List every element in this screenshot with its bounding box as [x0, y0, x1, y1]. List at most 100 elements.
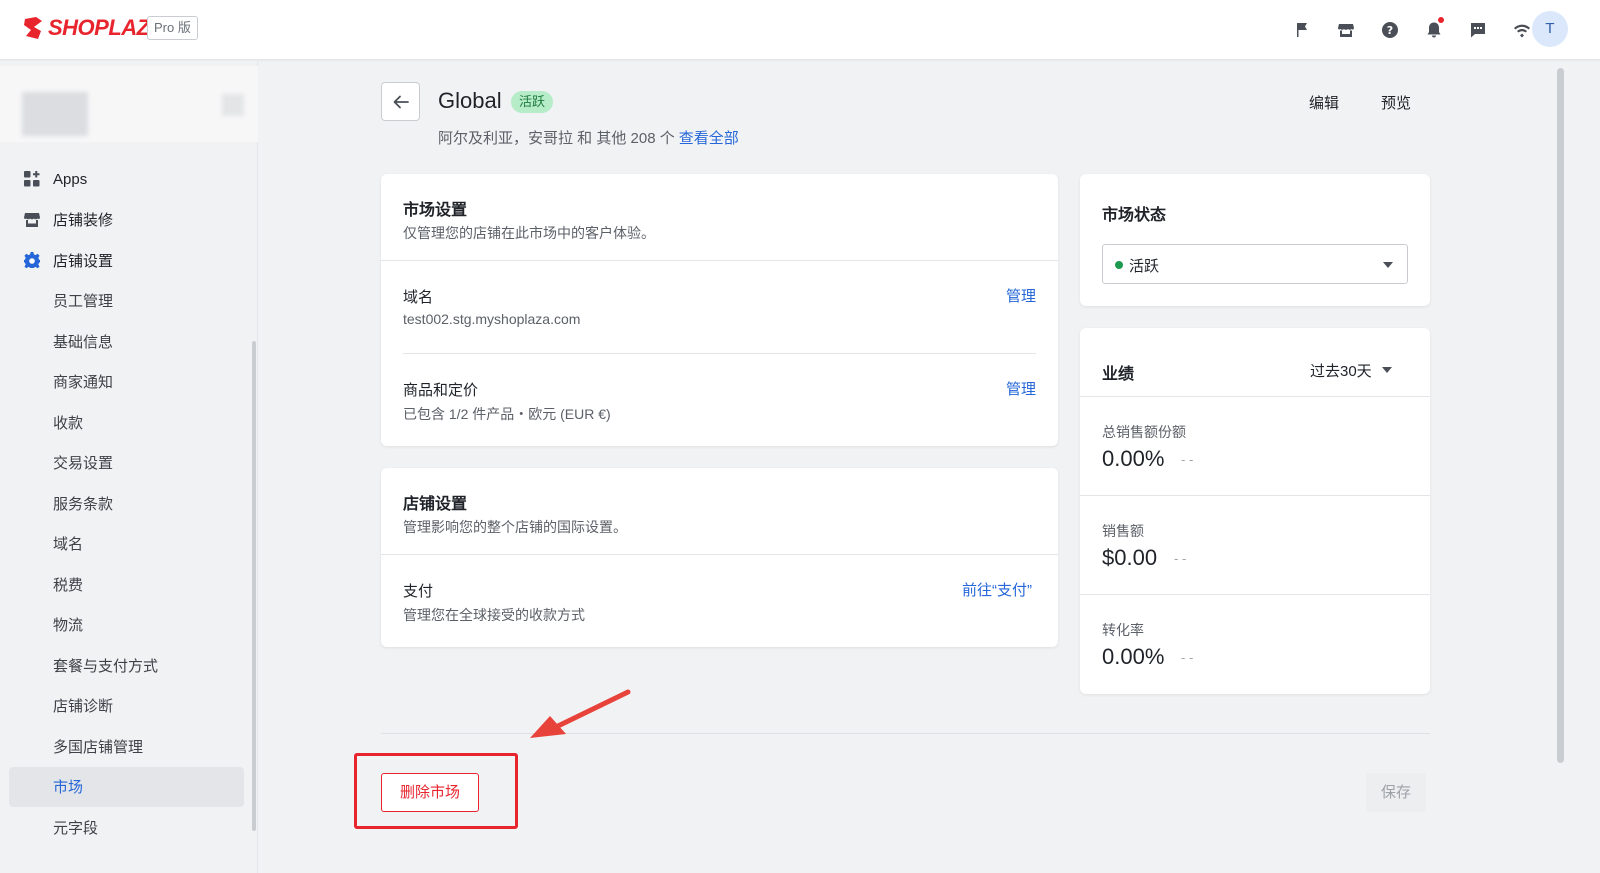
sidebar-item-label: 市场: [53, 779, 84, 797]
market-settings-card: 市场设置 仅管理您的店铺在此市场中的客户体验。 域名 test002.stg.m…: [381, 174, 1058, 446]
sidebar-item-label: 物流: [53, 617, 84, 635]
metric-label: 总销售额份额: [1102, 424, 1186, 440]
sidebar-item-markets[interactable]: 市场: [9, 766, 244, 807]
metric-value: $0.00: [1102, 545, 1158, 570]
manage-domain-link[interactable]: 管理: [1006, 285, 1036, 306]
metric-trend: - -: [1181, 452, 1194, 467]
regions-text: 阿尔及利亚，安哥拉 和 其他 208 个: [438, 130, 675, 147]
store-logo-blurred: [22, 92, 88, 136]
storefront-icon: [24, 212, 40, 227]
delete-market-button[interactable]: 删除市场: [381, 773, 479, 812]
sidebar-item-label: 多国店铺管理: [53, 738, 144, 756]
sidebar-item-label: 收款: [53, 414, 84, 432]
sidebar-item-diagnostics[interactable]: 店铺诊断: [0, 686, 258, 727]
apps-icon: [24, 171, 40, 187]
sidebar-item-payments-received[interactable]: 收款: [0, 402, 258, 443]
sidebar-item-basic-info[interactable]: 基础信息: [0, 321, 258, 362]
plan-badge: Pro 版: [147, 16, 198, 40]
sidebar-item-apps[interactable]: Apps: [0, 159, 258, 200]
sidebar-item-shipping[interactable]: 物流: [0, 605, 258, 646]
sidebar-item-label: 套餐与支付方式: [53, 657, 159, 675]
top-icons: ?: [1280, 17, 1544, 43]
sidebar: Apps 店铺装修 店铺设置 员工管理 基础信息 商家通知 收款 交易设置 服务…: [0, 61, 258, 873]
sidebar-item-label: 店铺设置: [53, 252, 114, 270]
payment-value: 管理您在全球接受的收款方式: [403, 607, 585, 623]
metric-value: 0.00%: [1102, 644, 1165, 669]
products-pricing-title: 商品和定价: [403, 382, 479, 399]
annotation-arrow: [530, 689, 631, 738]
settings-icon: [24, 252, 40, 269]
save-button[interactable]: 保存: [1366, 773, 1426, 812]
sidebar-item-metafields[interactable]: 元字段: [0, 807, 258, 848]
svg-text:?: ?: [1387, 24, 1393, 37]
sidebar-item-label: 店铺诊断: [53, 698, 114, 716]
sidebar-item-plans-billing[interactable]: 套餐与支付方式: [0, 645, 258, 686]
manage-products-link[interactable]: 管理: [1006, 378, 1036, 399]
metric-trend: - -: [1174, 551, 1187, 566]
sidebar-item-store-design[interactable]: 店铺装修: [0, 200, 258, 241]
market-status-select[interactable]: 活跃: [1102, 244, 1408, 284]
metric-value: 0.00%: [1102, 446, 1165, 471]
payment-title: 支付: [403, 583, 434, 600]
domain-value: test002.stg.myshoplaza.com: [403, 311, 581, 327]
sidebar-item-label: 员工管理: [53, 293, 114, 311]
shoplazza-logo-icon: [24, 17, 42, 39]
sidebar-item-label: 服务条款: [53, 495, 114, 513]
chat-icon[interactable]: [1456, 17, 1500, 43]
sidebar-nav: Apps 店铺装修 店铺设置 员工管理 基础信息 商家通知 收款 交易设置 服务…: [0, 159, 258, 848]
flag-icon[interactable]: [1280, 17, 1324, 43]
divider: [381, 260, 1058, 261]
edit-button[interactable]: 编辑: [1309, 92, 1339, 113]
back-button[interactable]: [381, 82, 420, 121]
metric-label: 销售额: [1102, 523, 1144, 539]
divider: [1080, 495, 1430, 496]
divider: [1080, 396, 1430, 397]
sidebar-item-label: 基础信息: [53, 333, 114, 351]
sidebar-item-taxes[interactable]: 税费: [0, 564, 258, 605]
card-title: 店铺设置: [403, 496, 468, 513]
store-settings-card: 店铺设置 管理影响您的整个店铺的国际设置。 支付 管理您在全球接受的收款方式 前…: [381, 468, 1058, 647]
go-to-payments-link[interactable]: 前往“支付”: [962, 579, 1032, 600]
status-badge: 活跃: [511, 91, 554, 113]
market-status-card: 市场状态 活跃: [1080, 174, 1430, 306]
card-description: 管理影响您的整个店铺的国际设置。: [403, 519, 627, 535]
sidebar-item-terms[interactable]: 服务条款: [0, 483, 258, 524]
date-range-label: 过去30天: [1310, 363, 1372, 380]
store-switcher[interactable]: [0, 66, 258, 142]
view-all-link[interactable]: 查看全部: [679, 130, 739, 147]
performance-card: 业绩 过去30天 总销售额份额 0.00% - - 销售额 $0.00 - - …: [1080, 328, 1430, 694]
sidebar-item-label: 店铺装修: [53, 212, 114, 230]
help-icon[interactable]: ?: [1368, 17, 1412, 43]
arrow-left-icon: [393, 95, 409, 108]
top-bar: SHOPLAZZA Pro 版 ? T: [0, 0, 1600, 60]
metric-label: 转化率: [1102, 622, 1144, 638]
sidebar-item-label: 交易设置: [53, 455, 114, 473]
status-dot: [1115, 261, 1123, 269]
store-switch-icon: [222, 94, 244, 116]
sidebar-item-staff[interactable]: 员工管理: [0, 281, 258, 322]
preview-button[interactable]: 预览: [1381, 92, 1411, 113]
sidebar-item-label: Apps: [53, 170, 88, 188]
products-pricing-value: 已包含 1/2 件产品・欧元 (EUR €): [403, 406, 611, 422]
metric-trend: - -: [1181, 650, 1194, 665]
chevron-down-icon: [1382, 367, 1392, 373]
sidebar-item-domains[interactable]: 域名: [0, 524, 258, 565]
divider: [1080, 594, 1430, 595]
sidebar-scrollbar[interactable]: [252, 341, 256, 831]
sidebar-item-multi-store[interactable]: 多国店铺管理: [0, 726, 258, 767]
page-scrollbar[interactable]: [1557, 68, 1564, 763]
selected-status: 活跃: [1129, 258, 1160, 275]
chevron-down-icon: [1383, 262, 1393, 268]
avatar[interactable]: T: [1532, 11, 1568, 47]
sidebar-item-checkout[interactable]: 交易设置: [0, 443, 258, 484]
market-regions: 阿尔及利亚，安哥拉 和 其他 208 个查看全部: [438, 127, 739, 148]
divider: [403, 353, 1036, 354]
bell-icon[interactable]: [1412, 17, 1456, 43]
date-range-select[interactable]: 过去30天: [1310, 360, 1392, 381]
sidebar-item-store-settings[interactable]: 店铺设置: [0, 240, 258, 281]
card-title: 业绩: [1102, 366, 1135, 383]
sidebar-item-label: 元字段: [53, 819, 99, 837]
store-icon[interactable]: [1324, 17, 1368, 43]
sidebar-item-notifications[interactable]: 商家通知: [0, 362, 258, 403]
page-title: Global: [438, 88, 502, 113]
